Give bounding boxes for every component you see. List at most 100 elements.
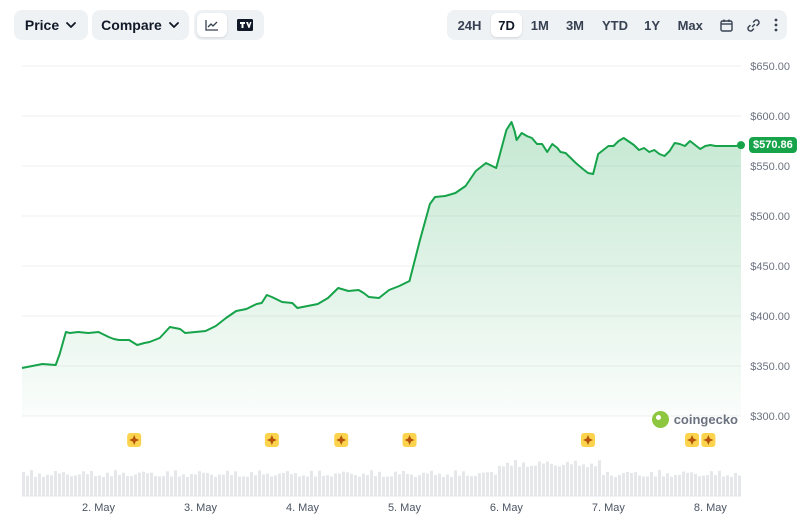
event-marker (264, 433, 279, 447)
volume-bar (234, 471, 237, 496)
volume-bar (634, 472, 637, 496)
chart-toolbar: Price Compare 24H 7D 1M 3M YTD 1Y Max (14, 10, 787, 40)
volume-bar (354, 475, 357, 496)
volume-bar (190, 474, 193, 496)
y-tick-label: $500.00 (750, 211, 790, 223)
volume-bar (454, 470, 457, 496)
chart-type-toggle (194, 10, 264, 40)
volume-bar (350, 473, 353, 496)
volume-bar (374, 476, 377, 496)
y-tick-label: $550.00 (750, 161, 790, 173)
volume-bar (22, 471, 25, 496)
y-tick-label: $450.00 (750, 261, 790, 273)
volume-bar (62, 472, 65, 496)
time-range-selector: 24H 7D 1M 3M YTD 1Y Max (447, 10, 787, 40)
volume-bar (718, 470, 721, 496)
volume-bar (734, 472, 737, 496)
volume-bar (130, 476, 133, 496)
volume-bar (330, 476, 333, 496)
volume-bar (98, 475, 101, 496)
y-tick-label: $400.00 (750, 311, 790, 323)
y-tick-label: $600.00 (750, 111, 790, 123)
volume-bar (646, 476, 649, 496)
volume-bar (546, 461, 549, 496)
volume-bar (202, 472, 205, 496)
volume-bar (158, 476, 161, 496)
event-marker (127, 433, 142, 447)
volume-bar (402, 470, 405, 496)
range-max-button[interactable]: Max (669, 13, 712, 37)
volume-bar (650, 471, 653, 496)
volume-bar (262, 474, 265, 496)
volume-bar (494, 474, 497, 496)
volume-bar (134, 474, 137, 496)
volume-bar (606, 472, 609, 496)
volume-bar (186, 476, 189, 496)
volume-bar (246, 476, 249, 496)
volume-bar (122, 472, 125, 496)
volume-bar (266, 473, 269, 496)
volume-bar (462, 471, 465, 496)
current-price-marker (737, 141, 745, 150)
volume-bar (390, 476, 393, 496)
volume-bar (318, 470, 321, 496)
range-7d-button[interactable]: 7D (491, 13, 523, 37)
volume-bar (482, 472, 485, 496)
line-chart-button[interactable] (197, 13, 227, 37)
price-chart: $650.00 $600.00 $550.00 $500.00 $450.00 $400.… (21, 61, 790, 514)
volume-bar (358, 476, 361, 496)
volume-bar (458, 475, 461, 496)
volume-bar (370, 470, 373, 496)
volume-bar (114, 470, 117, 496)
volume-bar (254, 475, 257, 496)
tradingview-button[interactable] (229, 13, 261, 37)
volume-bar (446, 474, 449, 496)
volume-bar (698, 476, 701, 496)
volume-bar (378, 471, 381, 496)
volume-bar (702, 475, 705, 496)
range-24h-button[interactable]: 24H (450, 13, 489, 37)
price-dropdown[interactable]: Price (14, 10, 88, 40)
calendar-button[interactable] (714, 13, 739, 37)
volume-bar (414, 476, 417, 496)
volume-bar (466, 475, 469, 496)
volume-bar (670, 476, 673, 496)
range-1y-button[interactable]: 1Y (638, 13, 667, 37)
x-tick-label: 2. May (82, 502, 116, 514)
volume-bar (714, 475, 717, 496)
compare-dropdown[interactable]: Compare (92, 10, 189, 40)
volume-bar (166, 471, 169, 496)
volume-bar (738, 475, 741, 496)
volume-bar (86, 474, 89, 496)
volume-bar (386, 476, 389, 496)
volume-bar (598, 460, 601, 496)
volume-bar (730, 476, 733, 496)
y-tick-label: $350.00 (750, 361, 790, 373)
volume-bar (146, 473, 149, 496)
coingecko-watermark: coingecko (651, 411, 738, 428)
volume-bar (42, 476, 45, 496)
volume-bar (638, 475, 641, 496)
more-options-button[interactable] (768, 13, 784, 37)
volume-bar (422, 472, 425, 496)
volume-bar (418, 475, 421, 496)
x-tick-label: 3. May (184, 502, 218, 514)
x-tick-label: 4. May (286, 502, 320, 514)
volume-bar (102, 476, 105, 496)
more-vertical-icon (774, 18, 778, 32)
range-ytd-button[interactable]: YTD (595, 13, 636, 37)
volume-bar (578, 465, 581, 496)
range-3m-button[interactable]: 3M (557, 13, 592, 37)
volume-bar (506, 462, 509, 496)
volume-bar (282, 473, 285, 496)
share-link-button[interactable] (741, 13, 766, 37)
volume-bar (242, 476, 245, 496)
range-1m-button[interactable]: 1M (524, 13, 555, 37)
volume-bar (666, 473, 669, 496)
volume-bar (94, 476, 97, 496)
volume-bar (706, 474, 709, 496)
volume-bar (26, 475, 29, 496)
link-icon (747, 18, 760, 32)
volume-bar (274, 475, 277, 496)
volume-bar (586, 466, 589, 496)
